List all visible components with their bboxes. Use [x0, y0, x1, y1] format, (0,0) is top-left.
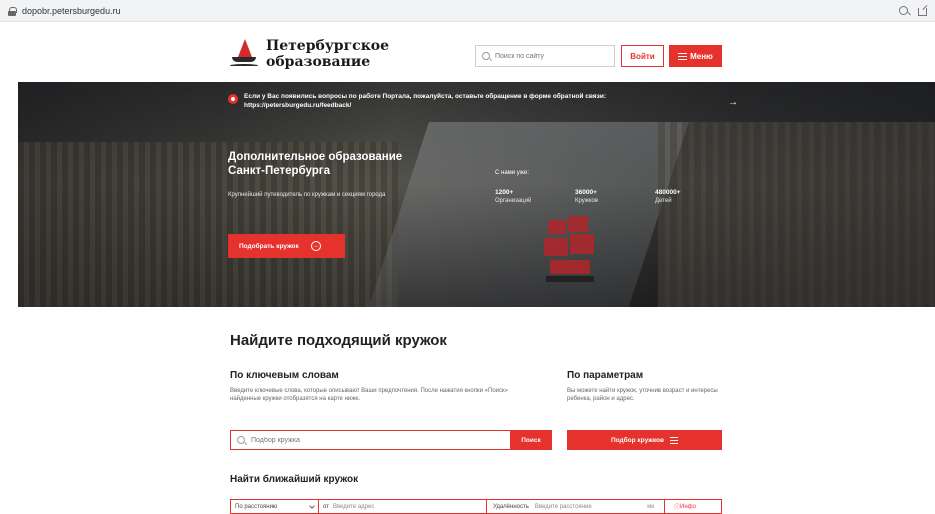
arrow-right-icon[interactable]: → [728, 97, 738, 108]
stat-value: 480000+ [655, 189, 681, 196]
stat-children: 480000+ Детей [655, 189, 681, 204]
stats-label: С нами уже: [495, 170, 529, 176]
hero-title-line1: Дополнительное образование [228, 151, 403, 163]
distance-input[interactable]: Введите расстояние [535, 504, 592, 510]
search-icon [482, 52, 490, 60]
stat-value: 1200+ [495, 189, 514, 196]
hero-title: Дополнительное образование Санкт-Петербу… [228, 150, 402, 178]
keywords-input[interactable] [251, 436, 510, 444]
stat-label: Кружков [575, 198, 599, 204]
site-logo[interactable]: Петербургское образование [230, 38, 389, 70]
address-input[interactable]: Введите адрес [333, 504, 374, 510]
distance-field[interactable]: Удалённость Введите расстояние км [487, 500, 665, 513]
keywords-description: Введите ключевые слова, которые описываю… [230, 388, 508, 402]
keywords-search-button[interactable]: Поиск [510, 430, 552, 450]
browser-actions [899, 5, 927, 16]
hero-image-right [658, 122, 935, 307]
pick-club-button[interactable]: Подобрать кружок → [228, 234, 345, 258]
stat-organizations: 1200+ Организаций [495, 189, 531, 204]
logo-line1: Петербургское [266, 38, 390, 54]
menu-button[interactable]: Меню [669, 45, 722, 67]
sort-select-value: По расстоянию [235, 503, 278, 510]
stat-label: Детей [655, 198, 672, 204]
keywords-title: По ключевым словам [230, 370, 339, 381]
distance-unit: км [647, 503, 654, 510]
info-button[interactable]: ⓘ Инфо [665, 500, 705, 513]
scarlet-sails-ship [538, 214, 598, 294]
info-label: Инфо [680, 503, 696, 510]
hero-title-line2: Санкт-Петербурга [228, 165, 330, 177]
hero-subtitle: Крупнейший путеводитель по кружкам и сек… [228, 192, 386, 198]
feedback-notice[interactable]: Если у Вас появились вопросы по работе П… [228, 88, 748, 120]
search-section-title: Найдите подходящий кружок [230, 332, 447, 349]
hero-banner: Если у Вас появились вопросы по работе П… [18, 82, 935, 307]
site-header: Петербургское образование Войти Меню [0, 22, 935, 82]
sort-select[interactable]: По расстоянию [231, 500, 319, 513]
from-label: от [323, 503, 329, 510]
list-icon [670, 436, 679, 444]
nearest-search-bar: По расстоянию от Введите адрес Удалённос… [230, 499, 722, 514]
login-button[interactable]: Войти [621, 45, 664, 67]
hamburger-icon [678, 52, 688, 60]
lock-icon [8, 6, 17, 16]
browser-address-bar: dopobr.petersburgedu.ru [0, 0, 935, 22]
hero-image-river [367, 122, 689, 307]
search-icon [237, 436, 245, 444]
menu-label: Меню [690, 51, 713, 61]
notice-text: Если у Вас появились вопросы по работе П… [244, 93, 606, 109]
notice-icon [228, 94, 238, 104]
stat-label: Организаций [495, 198, 532, 204]
distance-label: Удалённость [493, 503, 529, 510]
nearest-title: Найти ближайший кружок [230, 474, 359, 485]
stat-clubs: 36000+ Кружков [575, 189, 598, 204]
zoom-icon[interactable] [899, 5, 908, 15]
pick-club-label: Подобрать кружок [239, 242, 299, 250]
chevron-down-icon [309, 502, 315, 509]
url-text[interactable]: dopobr.petersburgedu.ru [22, 6, 121, 16]
address-field[interactable]: от Введите адрес [319, 500, 487, 513]
params-search-label: Подбор кружков [610, 436, 665, 444]
ship-logo-icon [230, 39, 258, 69]
params-description: Вы можете найти кружок, уточнив возраст … [567, 388, 718, 402]
site-search-input[interactable] [495, 52, 614, 60]
logo-line2: образование [266, 54, 371, 70]
share-icon[interactable] [918, 7, 927, 16]
params-search-button[interactable]: Подбор кружков [567, 430, 722, 450]
header-search[interactable] [475, 45, 615, 67]
logo-text: Петербургское образование [266, 38, 389, 70]
circle-arrow-icon: → [310, 241, 321, 251]
params-title: По параметрам [567, 370, 644, 381]
stat-value: 36000+ [575, 189, 597, 196]
keywords-search-field[interactable] [230, 430, 510, 450]
